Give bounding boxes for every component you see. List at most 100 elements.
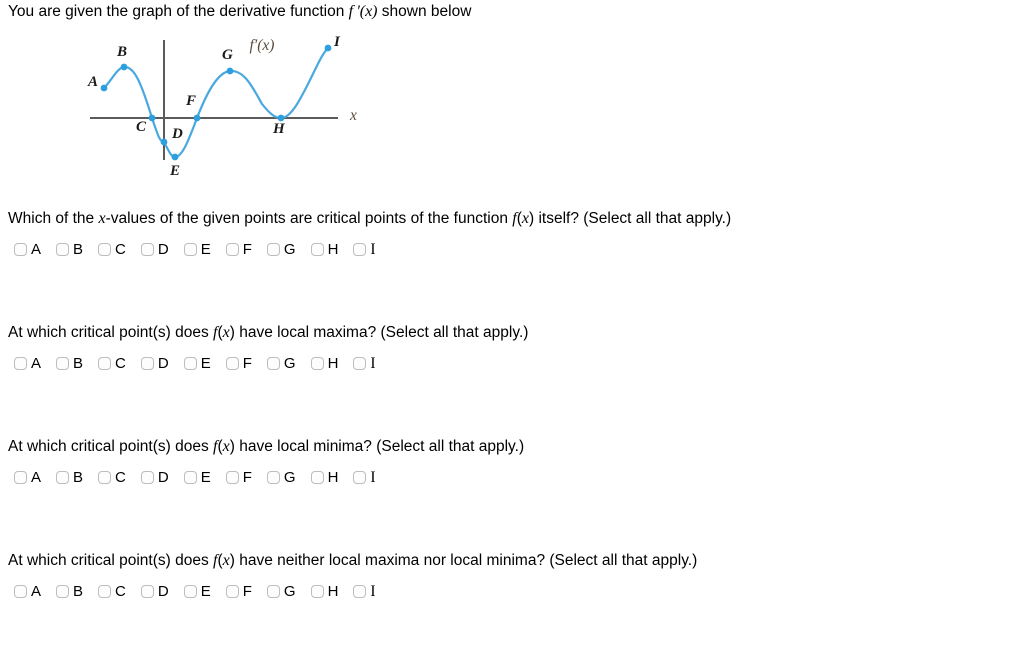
checkbox-label-local-minima-B: B	[73, 468, 84, 486]
option-neither-F[interactable]: F	[225, 584, 252, 599]
option-critical-points-A[interactable]: A	[14, 242, 41, 257]
graph-point-label-I: I	[333, 34, 341, 50]
option-critical-points-H[interactable]: H	[310, 240, 339, 258]
option-neither-B[interactable]: B	[56, 584, 83, 599]
checkbox-critical-points-I[interactable]	[353, 242, 367, 256]
checkbox-local-maxima-I[interactable]	[353, 356, 367, 370]
checkbox-label-local-maxima-E: E	[200, 354, 211, 372]
checkbox-critical-points-D[interactable]	[140, 242, 154, 256]
checkbox-local-minima-A[interactable]	[14, 470, 27, 484]
checkbox-local-maxima-A[interactable]	[14, 356, 27, 370]
checkbox-neither-C[interactable]	[98, 584, 112, 598]
checkbox-neither-F[interactable]	[225, 584, 239, 598]
option-local-minima-H[interactable]: H	[310, 470, 338, 485]
prompt-math: f '(x)	[348, 3, 378, 20]
option-neither-D[interactable]: D	[140, 584, 169, 599]
checkbox-local-maxima-G[interactable]	[266, 356, 280, 370]
question-local-maxima-seg-0: At which critical point(s) does	[8, 324, 214, 341]
worksheet-page: You are given the graph of the derivativ…	[0, 0, 1024, 657]
checkbox-neither-B[interactable]	[56, 584, 70, 598]
option-local-minima-E[interactable]: E	[183, 470, 211, 485]
checkbox-local-maxima-H[interactable]	[310, 356, 324, 370]
option-critical-points-G[interactable]: G	[266, 242, 296, 257]
option-neither-C[interactable]: C	[98, 584, 126, 599]
checkbox-critical-points-B[interactable]	[56, 242, 70, 256]
checkbox-local-maxima-F[interactable]	[225, 356, 239, 370]
option-critical-points-F[interactable]: F	[225, 242, 252, 257]
option-neither-I[interactable]: I	[353, 583, 376, 599]
option-local-minima-A[interactable]: A	[14, 470, 41, 485]
graph-point-label-C: C	[136, 119, 147, 135]
option-local-minima-B[interactable]: B	[56, 470, 83, 485]
graph-point-label-B: B	[116, 44, 127, 60]
option-local-minima-F[interactable]: F	[225, 470, 252, 485]
checkbox-local-minima-I[interactable]	[353, 470, 367, 484]
option-local-maxima-C[interactable]: C	[98, 356, 126, 371]
option-neither-H[interactable]: H	[310, 582, 339, 600]
option-local-minima-I[interactable]: I	[353, 469, 376, 485]
checkbox-neither-E[interactable]	[183, 584, 197, 598]
checkbox-neither-D[interactable]	[140, 584, 154, 598]
option-local-minima-G[interactable]: G	[266, 468, 296, 486]
checkbox-label-critical-points-A: A	[31, 240, 42, 258]
graph-point-label-D: D	[171, 126, 183, 142]
option-local-maxima-A[interactable]: A	[14, 356, 41, 371]
checkbox-critical-points-A[interactable]	[14, 242, 27, 256]
question-neither-seg-4: ) have neither local maxima nor local mi…	[229, 552, 698, 569]
checkbox-local-minima-B[interactable]	[56, 470, 70, 484]
option-local-maxima-I[interactable]: I	[353, 354, 376, 372]
option-critical-points-C[interactable]: C	[98, 242, 126, 257]
checkbox-local-minima-D[interactable]	[140, 470, 154, 484]
question-local-maxima-seg-3: x	[222, 324, 230, 341]
checkbox-row-local-minima: A B C D E F G H I	[14, 467, 391, 487]
graph-point-label-F: F	[185, 93, 196, 109]
checkbox-neither-G[interactable]	[266, 584, 280, 598]
checkbox-local-minima-H[interactable]	[310, 470, 324, 484]
option-critical-points-D[interactable]: D	[140, 242, 169, 257]
option-neither-E[interactable]: E	[183, 584, 211, 599]
checkbox-label-neither-B: B	[73, 582, 84, 600]
checkbox-critical-points-E[interactable]	[183, 242, 197, 256]
checkbox-critical-points-C[interactable]	[98, 242, 112, 256]
option-local-maxima-B[interactable]: B	[56, 356, 83, 371]
checkbox-label-local-maxima-H: H	[327, 354, 339, 372]
graph-point-D	[160, 138, 168, 146]
checkbox-label-neither-H: H	[327, 582, 339, 600]
checkbox-critical-points-H[interactable]	[310, 242, 324, 256]
checkbox-row-neither: A B C D E F G H I	[14, 581, 391, 601]
checkbox-local-minima-G[interactable]	[266, 470, 280, 484]
checkbox-local-maxima-B[interactable]	[56, 356, 70, 370]
option-local-maxima-E[interactable]: E	[183, 354, 211, 372]
option-local-maxima-F[interactable]: F	[225, 356, 252, 371]
question-neither-seg-0: At which critical point(s) does	[8, 552, 214, 569]
checkbox-neither-A[interactable]	[14, 584, 27, 598]
checkbox-label-local-minima-G: G	[283, 468, 296, 486]
option-critical-points-I[interactable]: I	[353, 241, 376, 257]
checkbox-critical-points-G[interactable]	[266, 242, 280, 256]
question-critical-points-seg-6: ) itself? (Select all that apply.)	[528, 210, 732, 227]
prompt-text-before: You are given the graph of the derivativ…	[8, 3, 349, 20]
checkbox-local-minima-F[interactable]	[225, 470, 239, 484]
checkbox-label-local-maxima-B: B	[73, 354, 84, 372]
derivative-curve	[102, 46, 330, 159]
option-neither-G[interactable]: G	[266, 584, 296, 599]
option-neither-A[interactable]: A	[14, 584, 41, 599]
option-local-minima-C[interactable]: C	[98, 470, 126, 485]
option-critical-points-B[interactable]: B	[56, 242, 83, 257]
checkbox-label-local-maxima-I: I	[370, 354, 376, 372]
checkbox-local-maxima-D[interactable]	[140, 356, 154, 370]
checkbox-local-maxima-E[interactable]	[183, 356, 197, 370]
checkbox-local-minima-E[interactable]	[183, 470, 197, 484]
checkbox-label-critical-points-H: H	[327, 240, 339, 258]
checkbox-critical-points-F[interactable]	[225, 242, 239, 256]
checkbox-label-critical-points-E: E	[200, 240, 211, 258]
checkbox-neither-H[interactable]	[310, 584, 324, 598]
checkbox-local-minima-C[interactable]	[98, 470, 112, 484]
option-local-maxima-G[interactable]: G	[266, 356, 296, 371]
checkbox-neither-I[interactable]	[353, 584, 367, 598]
option-local-maxima-D[interactable]: D	[140, 356, 169, 371]
option-critical-points-E[interactable]: E	[183, 240, 211, 258]
checkbox-local-maxima-C[interactable]	[98, 356, 112, 370]
option-local-minima-D[interactable]: D	[140, 470, 169, 485]
option-local-maxima-H[interactable]: H	[310, 354, 339, 372]
